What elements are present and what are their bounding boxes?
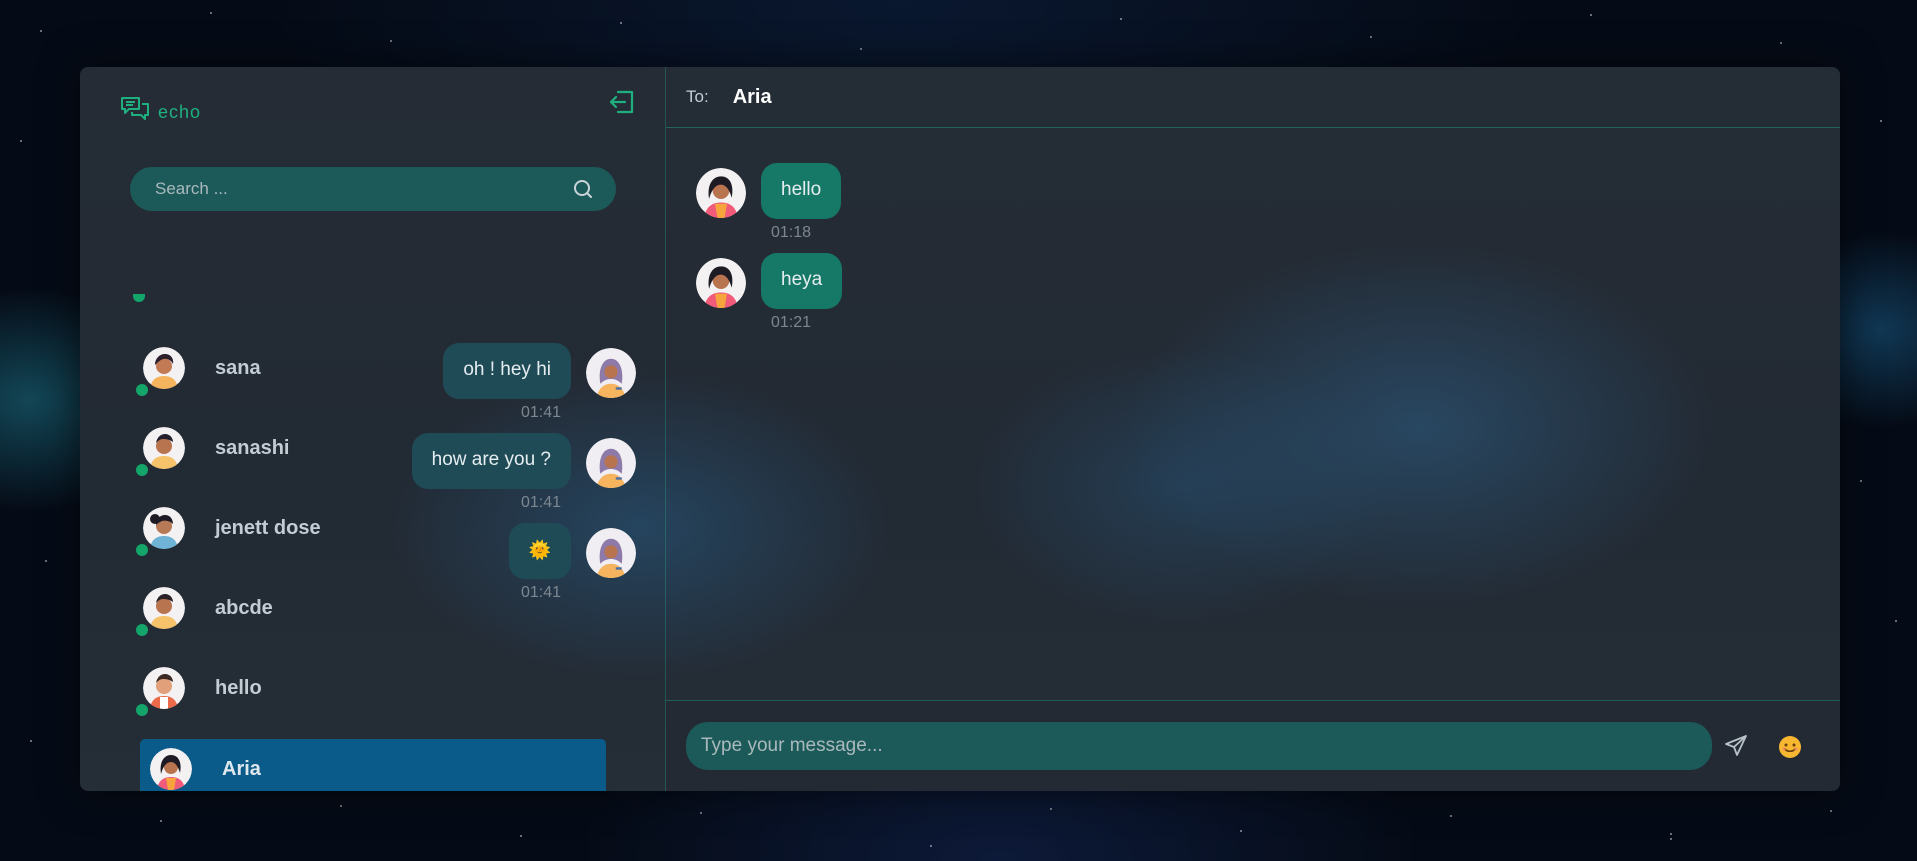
online-indicator	[133, 294, 145, 302]
contact-name: Aria	[222, 757, 261, 780]
contact-item-aria[interactable]: Aria	[140, 739, 606, 791]
message-input[interactable]	[686, 722, 1712, 770]
chat-bubbles-icon	[121, 97, 149, 120]
contact-name: sana	[215, 356, 261, 379]
online-indicator	[136, 704, 148, 716]
avatar	[143, 587, 185, 629]
brand: echo	[120, 95, 201, 123]
contact-name: abcde	[215, 596, 273, 619]
avatar	[143, 667, 185, 709]
emoji-icon[interactable]	[1777, 734, 1803, 760]
chat-header: To: Aria	[666, 67, 1840, 128]
sidebar: echo Search ... sana sanashi jenett dose…	[80, 67, 666, 791]
recipient-name: Aria	[732, 85, 772, 108]
online-indicator	[136, 624, 148, 636]
message-time: 01:41	[520, 584, 561, 601]
message-time: 01:41	[520, 494, 561, 511]
message-time: 01:21	[771, 314, 812, 331]
avatar	[586, 528, 636, 578]
chat-panel: To: Aria hello 01:18 heya 01:21 oh ! hey…	[411, 67, 1840, 791]
avatar	[143, 427, 185, 469]
to-label: To:	[686, 87, 709, 106]
search-bar	[130, 167, 616, 211]
send-icon[interactable]	[1724, 734, 1748, 758]
message-bubble: heya	[761, 253, 843, 309]
message-time: 01:41	[520, 404, 561, 421]
brand-name: echo	[158, 101, 202, 122]
avatar	[586, 438, 636, 488]
search-input[interactable]	[155, 179, 572, 199]
online-indicator	[136, 384, 148, 396]
avatar	[696, 168, 746, 218]
avatar	[143, 347, 185, 389]
contact-name: hello	[215, 676, 262, 699]
avatar	[150, 748, 192, 790]
chat-app-window: echo Search ... sana sanashi jenett dose…	[80, 67, 1840, 791]
contact-name: jenett dose	[215, 516, 321, 539]
message-bubble: oh ! hey hi	[443, 343, 571, 399]
message-bubble: 🌞	[508, 523, 571, 579]
message-bubble: how are you ?	[411, 433, 571, 489]
message-time: 01:18	[771, 224, 812, 241]
logout-icon[interactable]	[608, 88, 636, 116]
message-composer	[666, 700, 1840, 791]
avatar	[143, 507, 185, 549]
contact-item-hello[interactable]: hello	[130, 658, 616, 718]
contact-name: sanashi	[215, 436, 290, 459]
avatar	[586, 348, 636, 398]
search-icon[interactable]	[572, 178, 594, 200]
message-bubble: hello	[761, 163, 842, 219]
avatar	[696, 258, 746, 308]
online-indicator	[136, 544, 148, 556]
online-indicator	[136, 464, 148, 476]
